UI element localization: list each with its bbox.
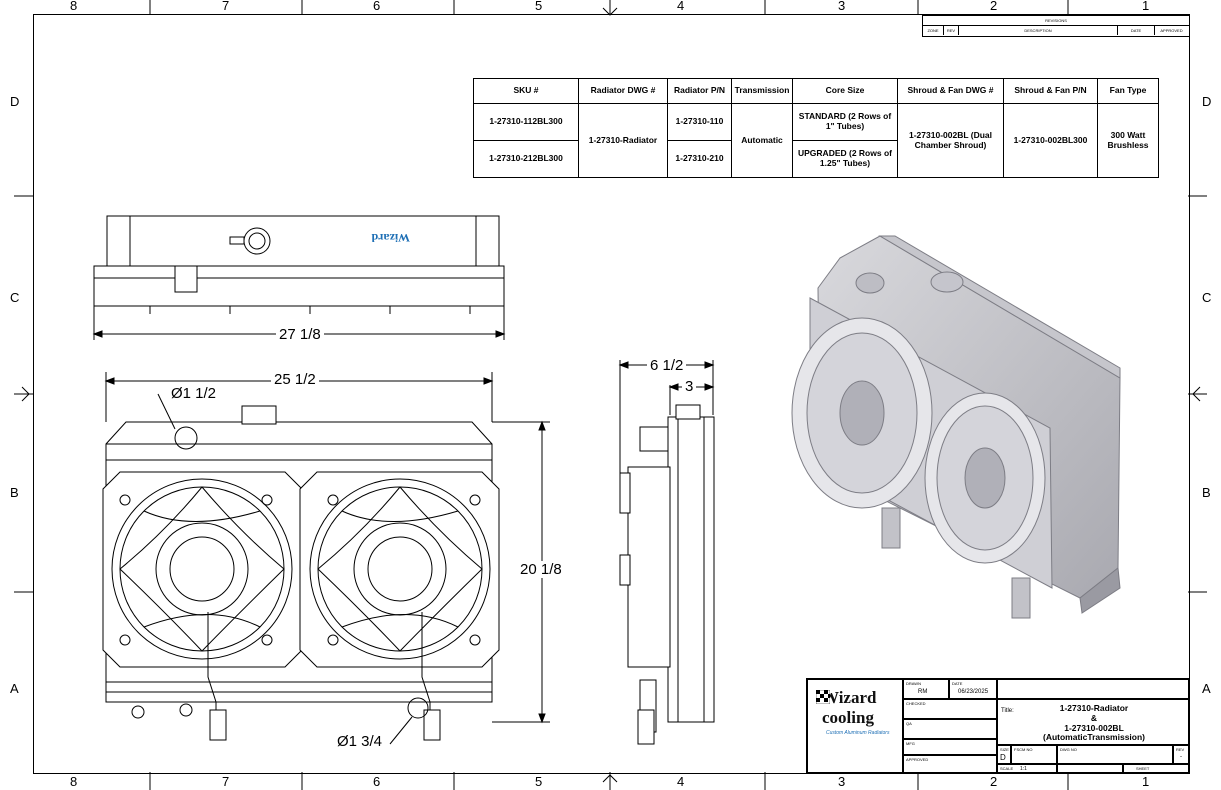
dim-depth-overall: 6 1/2 [647,357,687,374]
logo-mirrored: Wizard [371,231,410,245]
qa-cell: QA [903,719,997,739]
table-header-row: SKU # Radiator DWG # Radiator P/N Transm… [473,78,1159,104]
revisions-title: REVISIONS [923,16,1189,26]
scale-label: SCALE [1000,766,1014,771]
approved-label: APPROVED [906,757,929,762]
rev-header: APPROVED [1160,28,1183,33]
date-cell: DATE 06/23/2025 [949,679,997,699]
side-view-drawing [618,360,715,745]
core-size-cell: STANDARD (2 Rows of 1" Tubes) [792,103,898,141]
col-header: Radiator P/N [667,78,732,104]
dim-inlet-diameter: Ø1 1/2 [168,385,220,402]
drawn-cell: DRAWN RM [903,679,949,699]
col-header: SKU # [473,78,579,104]
sku-cell: 1-27310-212BL300 [473,140,579,178]
shroud-dwg-cell: 1-27310-002BL (Dual Chamber Shroud) [897,103,1004,178]
dwg-no-cell: DWG NO [1057,745,1173,764]
col-header: Transmission [731,78,793,104]
spec-table: SKU # Radiator DWG # Radiator P/N Transm… [473,78,1159,178]
col-header: Core Size [792,78,898,104]
shroud-pn-cell: 1-27310-002BL300 [1003,103,1098,178]
size-label: SIZE [1000,747,1009,752]
dwg-no-label: DWG NO [1060,747,1077,752]
isometric-view [791,235,1121,619]
rev-header: DATE [1118,26,1155,35]
fan-type-cell: 300 Watt Brushless [1097,103,1159,178]
sheet-cell: SHEET [1123,764,1189,773]
title-cell: Title: 1-27310-Radiator & 1-27310-002BL … [997,699,1189,745]
logo-tagline: Custom Aluminum Radiators [826,730,890,736]
checked-label: CHECKED [906,701,926,706]
mfg-cell: MFG [903,739,997,755]
date-value: 06/23/2025 [958,689,989,695]
sheet-label: SHEET [1136,766,1150,771]
dim-depth-core: 3 [682,378,697,395]
radiator-pn-cell: 1-27310-110 [667,103,732,141]
core-size-cell: UPGRADED (2 Rows of 1.25" Tubes) [792,140,898,178]
checked-cell: CHECKED [903,699,997,719]
transmission-cell: Automatic [731,103,793,178]
drawing-title: 1-27310-Radiator & 1-27310-002BL (Automa… [1034,703,1154,743]
rev-header: DESCRIPTION [959,26,1118,35]
front-view-drawing [102,372,550,745]
scale-cell: SCALE 1:1 [997,764,1057,773]
revisions-block: REVISIONS ZONE REV DESCRIPTION DATE APPR… [922,15,1190,37]
radiator-dwg-cell: 1-27310-Radiator [578,103,668,178]
rev-header: ZONE [923,26,944,35]
dim-height: 20 1/8 [517,561,565,578]
col-header: Shroud & Fan P/N [1003,78,1098,104]
size-value: D [1000,753,1006,762]
table-row: 1-27310-112BL300 1-27310-Radiator 1-2731… [473,103,1159,178]
mfg-label: MFG [906,741,915,746]
checkered-flag-icon [816,690,830,704]
col-header: Radiator DWG # [578,78,668,104]
title-line: (AutomaticTransmission) [1042,732,1146,743]
approved-cell: APPROVED [903,755,997,773]
size-cell: SIZE D [997,745,1011,764]
col-header: Shroud & Fan DWG # [897,78,1004,104]
drawn-label: DRAWN [906,681,921,686]
title-label: Title: [1001,708,1014,714]
qa-label: QA [906,721,912,726]
drawn-by: RM [918,689,928,695]
col-header: Fan Type [1097,78,1159,104]
scale-spacer [1057,764,1123,773]
sku-cell: 1-27310-112BL300 [473,103,579,141]
dim-overall-width: 27 1/8 [276,326,324,343]
date-label: DATE [952,681,963,686]
top-view-drawing: Wizard [92,215,506,340]
rev-header: REV [944,26,959,35]
logo-wizard: Wizard cooling [822,688,877,727]
rev-label: REV [1176,747,1185,752]
title-block: Wizard cooling Custom Aluminum Radiators… [806,678,1190,774]
company-cell [997,679,1189,699]
scale-value: 1:1 [1020,766,1027,772]
radiator-pn-cell: 1-27310-210 [667,140,732,178]
rev-cell: REV - [1173,745,1189,764]
logo-cell: Wizard cooling Custom Aluminum Radiators [807,679,903,773]
rev-value: - [1180,754,1182,760]
dim-core-width: 25 1/2 [271,371,319,388]
dim-outlet-diameter: Ø1 3/4 [334,733,386,750]
fscm-cell: FSCM NO [1011,745,1057,764]
fscm-label: FSCM NO [1014,747,1033,752]
